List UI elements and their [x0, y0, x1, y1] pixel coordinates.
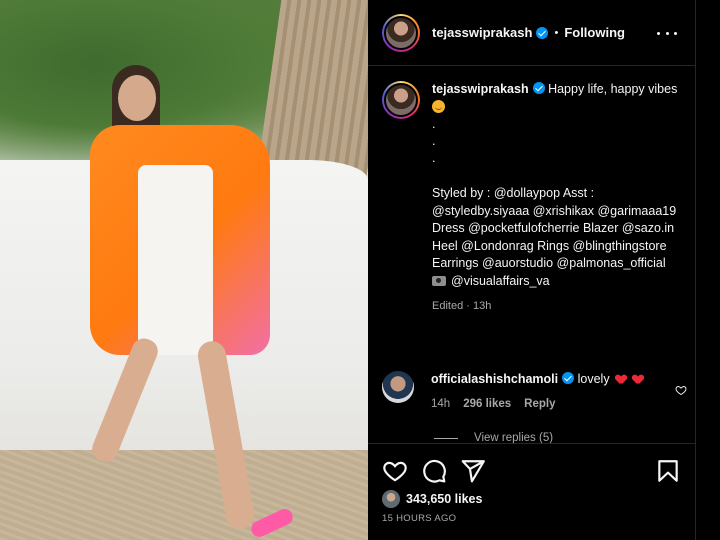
- caption: tejasswiprakash Happy life, happy vibes …: [382, 81, 687, 316]
- likes-summary[interactable]: 343,650 likes: [382, 490, 482, 508]
- following-button[interactable]: Following: [564, 25, 625, 40]
- view-replies-label: View replies (5): [474, 432, 554, 443]
- author-avatar[interactable]: [382, 13, 420, 52]
- verified-badge-icon: [536, 26, 549, 39]
- replies-line: [434, 437, 458, 439]
- post-photo[interactable]: [0, 0, 368, 540]
- caption-avatar[interactable]: [382, 81, 420, 119]
- separator-dot: •: [554, 26, 559, 39]
- subject-leg: [195, 339, 257, 531]
- post-header: tejasswiprakash • Following: [368, 0, 695, 66]
- photo-subject: [88, 55, 296, 540]
- caption-credits: Styled by : @dollaypop Asst : @styledby.…: [432, 186, 677, 270]
- author-username[interactable]: tejasswiprakash: [432, 25, 532, 40]
- heart-icon[interactable]: [382, 458, 408, 484]
- view-replies-button[interactable]: View replies (5): [434, 432, 553, 443]
- comment-time[interactable]: 14h: [431, 398, 450, 410]
- panel-border: [695, 0, 696, 540]
- edited-timestamp: Edited · 13h: [432, 300, 492, 312]
- caption-username[interactable]: tejasswiprakash: [432, 82, 529, 96]
- caption-dot: .: [432, 117, 436, 131]
- post-timestamp[interactable]: 15 HOURS AGO: [382, 513, 456, 524]
- photo-credit-handle[interactable]: @visualaffairs_va: [451, 274, 550, 288]
- caption-first-line: Happy life, happy vibes: [548, 82, 678, 96]
- smiling-emoji-icon: [432, 99, 445, 113]
- avatar-image: [384, 15, 418, 50]
- share-icon[interactable]: [460, 458, 486, 484]
- subject-head: [118, 75, 156, 121]
- commenter-username[interactable]: officialashishchamoli: [431, 372, 558, 386]
- caption-dot: .: [432, 151, 436, 165]
- commenter-avatar[interactable]: [382, 371, 414, 403]
- subject-dress: [138, 165, 213, 355]
- verified-badge-icon: [562, 372, 575, 384]
- comment-text: lovely: [577, 372, 610, 386]
- liker-avatar: [382, 490, 400, 508]
- modal-backdrop[interactable]: [695, 0, 720, 540]
- red-heart-emoji-icon: [633, 375, 643, 384]
- avatar-image: [384, 83, 418, 117]
- caption-dots: . . .: [432, 116, 682, 167]
- comment-likes[interactable]: 296 likes: [463, 398, 511, 410]
- caption-text: tejasswiprakash Happy life, happy vibes …: [432, 81, 682, 316]
- bookmark-icon[interactable]: [655, 458, 681, 484]
- comment-icon[interactable]: [421, 458, 447, 484]
- like-count[interactable]: 343,650 likes: [406, 492, 482, 506]
- comment-item: officialashishchamoli lovely 14h 296 lik…: [382, 371, 687, 410]
- reply-button[interactable]: Reply: [524, 398, 555, 410]
- comment-like-icon[interactable]: [675, 383, 687, 396]
- comments-area[interactable]: tejasswiprakash Happy life, happy vibes …: [368, 67, 695, 443]
- photo-credit: @visualaffairs_va: [432, 273, 682, 291]
- camera-icon: [432, 275, 446, 286]
- more-options-icon[interactable]: [657, 24, 677, 42]
- verified-badge-icon: [532, 82, 545, 94]
- post-side-panel: tejasswiprakash • Following tejasswiprak…: [368, 0, 695, 540]
- red-heart-emoji-icon: [616, 375, 626, 384]
- caption-dot: .: [432, 134, 436, 148]
- post-actions: 343,650 likes 15 HOURS AGO: [368, 443, 695, 540]
